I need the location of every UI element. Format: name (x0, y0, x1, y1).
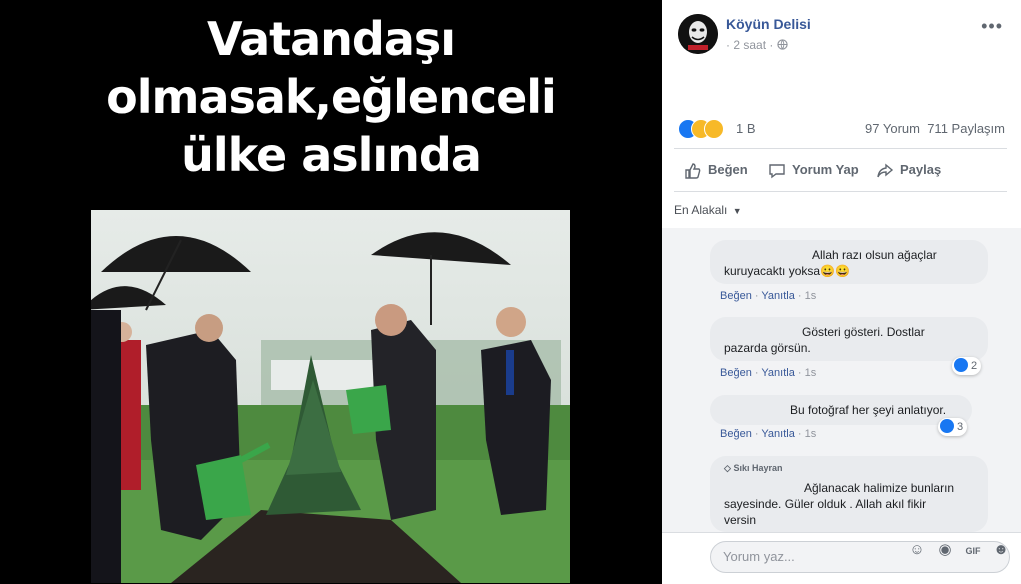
comment-like-badge[interactable]: 2 (952, 357, 982, 375)
composer-icons: ☺ ◉ GIF ☻ (899, 540, 1011, 561)
reaction-icons[interactable] (678, 118, 734, 139)
comment-bubble: Allah razı olsun ağaçlar kuruyacaktı yok… (710, 240, 988, 284)
like-badge-icon (954, 358, 968, 373)
post-photo[interactable]: Vatandaşı olmasak,eğlenceli ülke aslında (0, 0, 662, 583)
comment-text-line: Gösteri gösteri. Dostlar (802, 325, 925, 339)
comment-reply-link[interactable]: Yanıtla (761, 367, 794, 379)
shares-count-link[interactable]: 711 Paylaşım (927, 121, 1005, 136)
comment-text-line: pazarda görsün. (724, 341, 811, 355)
comment-text-line: sayesinde. Güler olduk . Allah akıl fiki… (724, 497, 927, 511)
comment-time[interactable]: 1s (805, 367, 817, 379)
share-stats: 97 Yorum 711 Paylaşım (865, 121, 1005, 136)
top-fan-badge: ◇ Sıkı Hayran (724, 463, 783, 473)
comment-sort-dropdown[interactable]: En Alakalı ▼ (674, 203, 742, 217)
caption-line-1: Vatandaşı (206, 12, 456, 66)
comment-text-line: Allah razı olsun ağaçlar (812, 248, 937, 262)
reactions-row: 1 B 97 Yorum 711 Paylaşım (678, 118, 1005, 140)
thumbs-up-icon (685, 162, 701, 179)
wow-reaction-icon (704, 119, 724, 139)
comment-like-link[interactable]: Beğen (720, 367, 752, 379)
more-options-icon[interactable]: ••• (981, 16, 1003, 37)
diamond-icon: ◇ (724, 463, 731, 473)
comment-icon (769, 163, 785, 178)
page-avatar[interactable] (678, 14, 718, 54)
emoji-icon[interactable]: ☺ (907, 540, 927, 560)
post-header: Köyün Delisi · 2 saat · ••• (662, 0, 1021, 70)
like-badge-icon (940, 419, 954, 434)
gif-icon[interactable]: GIF (963, 541, 983, 561)
caret-down-icon: ▼ (732, 206, 742, 216)
like-label: Beğen (708, 162, 748, 177)
post-meta: · 2 saat · (726, 38, 788, 52)
comment-like-link[interactable]: Beğen (720, 290, 752, 302)
comment-bubble: ◇ Sıkı Hayran Ağlanacak halimize bunları… (710, 456, 988, 532)
caption-line-3: ülke aslında (181, 128, 482, 182)
comment-time[interactable]: 1s (805, 290, 817, 302)
comment-text-line: kuruyacaktı yoksa😀😀 (724, 264, 850, 278)
comment-like-link[interactable]: Beğen (720, 428, 752, 440)
share-button[interactable]: Paylaş (876, 149, 941, 191)
action-bar: Beğen Yorum Yap Paylaş (674, 148, 1007, 192)
comment-label: Yorum Yap (792, 162, 859, 177)
share-label: Paylaş (900, 162, 942, 177)
comments-count-link[interactable]: 97 Yorum (865, 121, 920, 136)
reaction-count[interactable]: 1 B (736, 121, 756, 136)
meme-caption: Vatandaşı olmasak,eğlenceli ülke aslında (0, 10, 662, 184)
post-sidebar: Köyün Delisi · 2 saat · ••• 1 B 97 Yorum… (662, 0, 1021, 584)
comment-actions: Beğen · Yanıtla · 1s (720, 367, 817, 379)
sticker-icon[interactable]: ☻ (991, 540, 1011, 560)
sort-label: En Alakalı (674, 203, 728, 217)
comment-composer: Yorum yaz... ☺ ◉ GIF ☻ (662, 532, 1021, 584)
comment-bubble: Bu fotoğraf her şeyi anlatıyor. (710, 395, 972, 425)
comments-list: Allah razı olsun ağaçlar kuruyacaktı yok… (662, 228, 1021, 532)
like-button[interactable]: Beğen (684, 149, 748, 191)
comment-like-badge[interactable]: 3 (938, 418, 968, 436)
camera-icon[interactable]: ◉ (935, 540, 955, 560)
page-name-link[interactable]: Köyün Delisi (726, 16, 811, 32)
share-icon (877, 163, 894, 177)
comment-text-line: Ağlanacak halimize bunların (804, 481, 955, 495)
comment-text-line: Bu fotoğraf her şeyi anlatıyor. (790, 403, 947, 417)
comment-reply-link[interactable]: Yanıtla (761, 428, 794, 440)
comment-actions: Beğen · Yanıtla · 1s (720, 428, 817, 440)
comment-text-line: versin (724, 513, 757, 527)
comment-bubble: Gösteri gösteri. Dostlar pazarda görsün. (710, 317, 988, 361)
comment-button[interactable]: Yorum Yap (768, 149, 859, 191)
comment-time[interactable]: 1s (805, 428, 817, 440)
comment-actions: Beğen · Yanıtla · 1s (720, 290, 817, 302)
comment-reply-link[interactable]: Yanıtla (761, 290, 794, 302)
globe-icon (777, 38, 788, 52)
post-time[interactable]: 2 saat (733, 38, 766, 52)
caption-line-2: olmasak,eğlenceli (106, 70, 557, 124)
tree-planting-photo (91, 210, 570, 583)
